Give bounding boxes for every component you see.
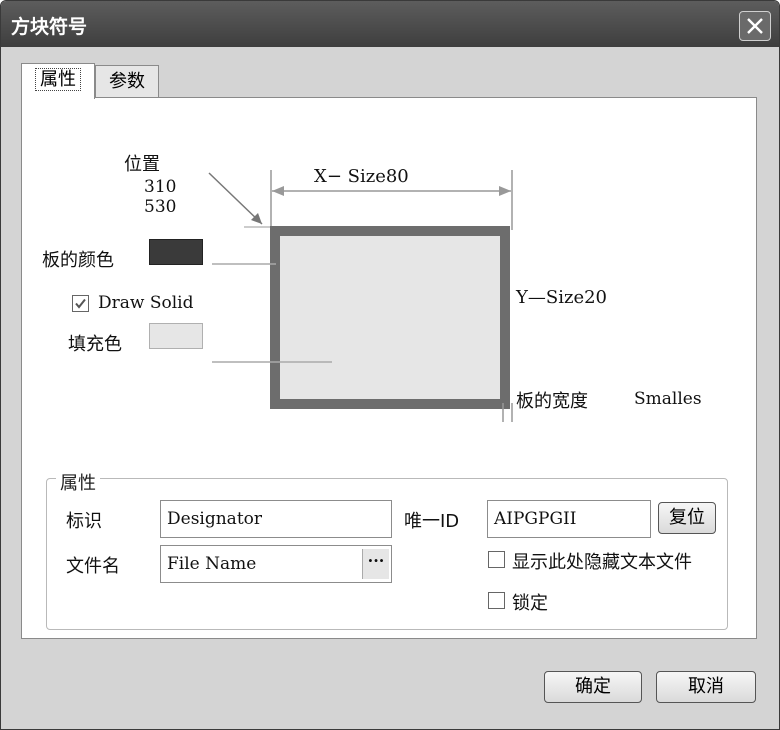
unique-id-input[interactable]: AIPGPGII [487, 500, 651, 538]
show-hidden-label: 显示此处隐藏文本文件 [512, 552, 692, 573]
x-size-label: X− Size [314, 166, 386, 187]
border-width-label: 板的宽度 [516, 391, 588, 412]
unique-id-label: 唯一ID [404, 511, 460, 532]
properties-panel: 位置 310 530 X− Size80 板的颜色 Draw Solid 填充色… [21, 97, 757, 639]
checkmark-icon [75, 298, 86, 309]
filename-input[interactable]: File Name ··· [160, 545, 392, 583]
fill-color-label: 填充色 [68, 334, 122, 355]
close-icon [747, 18, 763, 34]
y-size-value: 20 [584, 287, 608, 308]
draw-solid-label: Draw Solid [98, 293, 194, 313]
position-y-value: 530 [144, 197, 177, 217]
filename-label: 文件名 [66, 556, 120, 577]
x-size-caption: X− Size80 [314, 166, 409, 187]
position-label: 位置 [124, 154, 160, 175]
y-size-label: Y—Size [516, 287, 585, 308]
properties-group-title: 属性 [56, 469, 100, 495]
designator-label: 标识 [66, 511, 102, 532]
fill-color-swatch[interactable] [149, 323, 203, 349]
border-color-swatch[interactable] [149, 239, 203, 265]
tab-parameters[interactable]: 参数 [95, 65, 159, 97]
filename-value: File Name [167, 554, 257, 574]
tab-properties[interactable]: 属性 [21, 63, 95, 99]
border-width-value[interactable]: Smalles [634, 389, 702, 409]
x-size-value: 80 [385, 166, 409, 187]
position-x-value: 310 [144, 177, 177, 197]
position-arrow [208, 172, 263, 225]
designator-input[interactable]: Designator [160, 500, 392, 538]
title-bar: 方块符号 [1, 1, 779, 47]
reset-button[interactable]: 复位 [658, 502, 716, 534]
dialog-window: 方块符号 属性 参数 位置 310 530 X− Size80 板的颜色 Dra… [0, 0, 780, 730]
y-size-caption: Y—Size20 [516, 287, 607, 308]
lock-checkbox[interactable] [488, 592, 505, 609]
border-color-label: 板的颜色 [42, 250, 114, 271]
close-button[interactable] [739, 11, 771, 41]
x-dim-left-arrow [272, 186, 284, 196]
cancel-button[interactable]: 取消 [656, 671, 756, 703]
browse-ellipsis-button[interactable]: ··· [362, 549, 389, 579]
window-title: 方块符号 [11, 16, 88, 38]
sample-block [270, 226, 510, 409]
lock-label: 锁定 [512, 593, 548, 614]
size-diagram [208, 170, 513, 422]
show-hidden-checkbox[interactable] [488, 551, 505, 568]
ok-button[interactable]: 确定 [544, 671, 642, 703]
x-dim-right-arrow [499, 186, 511, 196]
draw-solid-checkbox[interactable] [72, 295, 89, 312]
